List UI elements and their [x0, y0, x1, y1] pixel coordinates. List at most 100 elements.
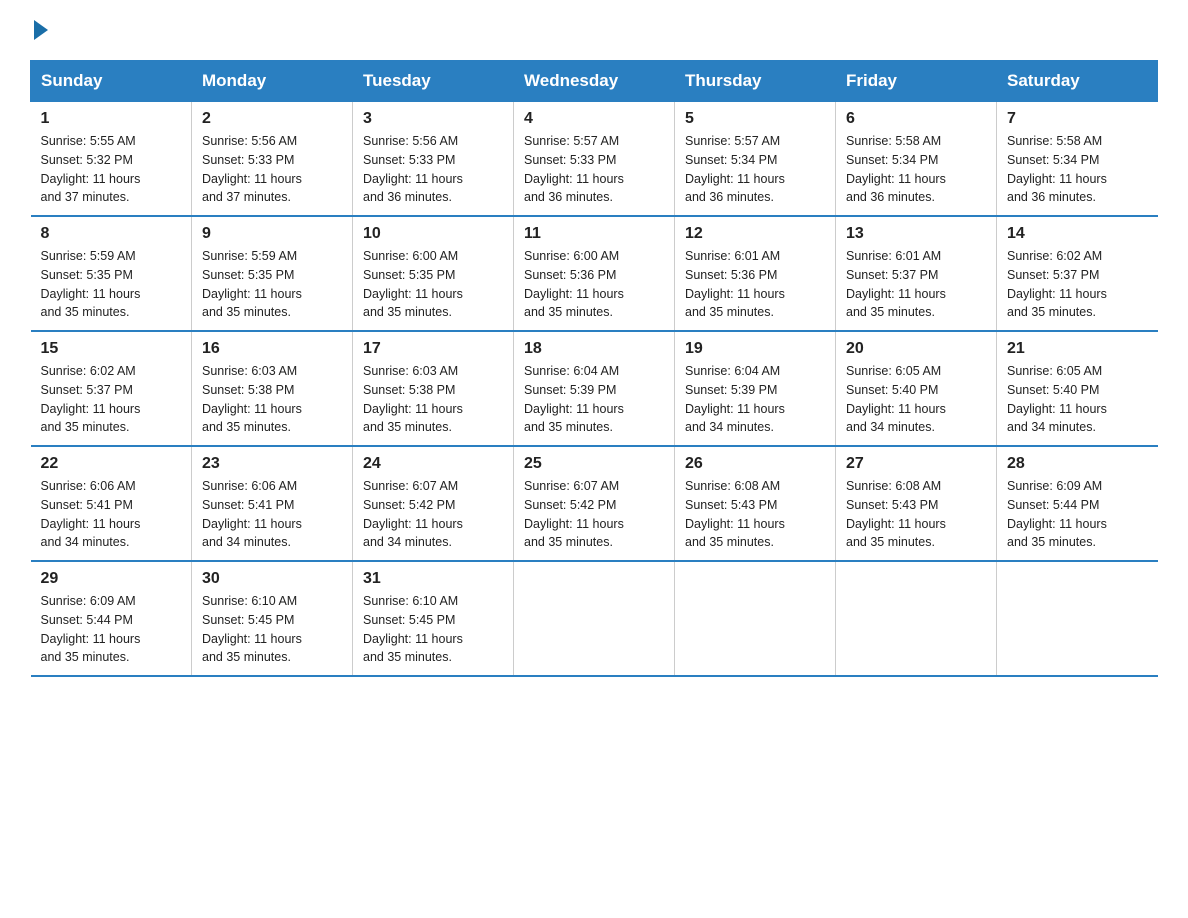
- day-number: 25: [524, 455, 664, 473]
- day-info: Sunrise: 6:01 AMSunset: 5:36 PMDaylight:…: [685, 247, 825, 322]
- calendar-cell: 3 Sunrise: 5:56 AMSunset: 5:33 PMDaylight…: [353, 102, 514, 217]
- day-number: 24: [363, 455, 503, 473]
- day-number: 31: [363, 570, 503, 588]
- day-info: Sunrise: 6:08 AMSunset: 5:43 PMDaylight:…: [685, 477, 825, 552]
- day-number: 18: [524, 340, 664, 358]
- calendar-header: SundayMondayTuesdayWednesdayThursdayFrid…: [31, 61, 1158, 102]
- day-info: Sunrise: 6:04 AMSunset: 5:39 PMDaylight:…: [685, 362, 825, 437]
- calendar-table: SundayMondayTuesdayWednesdayThursdayFrid…: [30, 60, 1158, 677]
- calendar-cell: 10 Sunrise: 6:00 AMSunset: 5:35 PMDayligh…: [353, 216, 514, 331]
- calendar-cell: 30 Sunrise: 6:10 AMSunset: 5:45 PMDayligh…: [192, 561, 353, 676]
- day-number: 19: [685, 340, 825, 358]
- day-info: Sunrise: 5:57 AMSunset: 5:33 PMDaylight:…: [524, 132, 664, 207]
- day-info: Sunrise: 5:56 AMSunset: 5:33 PMDaylight:…: [363, 132, 503, 207]
- day-info: Sunrise: 5:59 AMSunset: 5:35 PMDaylight:…: [41, 247, 182, 322]
- day-number: 6: [846, 110, 986, 128]
- day-info: Sunrise: 6:05 AMSunset: 5:40 PMDaylight:…: [1007, 362, 1148, 437]
- calendar-cell: [514, 561, 675, 676]
- day-info: Sunrise: 6:00 AMSunset: 5:36 PMDaylight:…: [524, 247, 664, 322]
- day-info: Sunrise: 5:56 AMSunset: 5:33 PMDaylight:…: [202, 132, 342, 207]
- day-number: 2: [202, 110, 342, 128]
- day-number: 4: [524, 110, 664, 128]
- week-row-5: 29 Sunrise: 6:09 AMSunset: 5:44 PMDayligh…: [31, 561, 1158, 676]
- day-info: Sunrise: 6:02 AMSunset: 5:37 PMDaylight:…: [1007, 247, 1148, 322]
- calendar-cell: 16 Sunrise: 6:03 AMSunset: 5:38 PMDayligh…: [192, 331, 353, 446]
- calendar-cell: 15 Sunrise: 6:02 AMSunset: 5:37 PMDayligh…: [31, 331, 192, 446]
- header-day-sunday: Sunday: [31, 61, 192, 102]
- calendar-cell: 11Sunrise: 6:00 AMSunset: 5:36 PMDayligh…: [514, 216, 675, 331]
- day-number: 13: [846, 225, 986, 243]
- calendar-cell: 19 Sunrise: 6:04 AMSunset: 5:39 PMDayligh…: [675, 331, 836, 446]
- day-number: 14: [1007, 225, 1148, 243]
- calendar-cell: 23 Sunrise: 6:06 AMSunset: 5:41 PMDayligh…: [192, 446, 353, 561]
- logo: [30, 20, 50, 40]
- day-info: Sunrise: 6:07 AMSunset: 5:42 PMDaylight:…: [524, 477, 664, 552]
- calendar-cell: 27Sunrise: 6:08 AMSunset: 5:43 PMDayligh…: [836, 446, 997, 561]
- day-info: Sunrise: 6:03 AMSunset: 5:38 PMDaylight:…: [363, 362, 503, 437]
- calendar-cell: 21 Sunrise: 6:05 AMSunset: 5:40 PMDayligh…: [997, 331, 1158, 446]
- calendar-cell: 20 Sunrise: 6:05 AMSunset: 5:40 PMDayligh…: [836, 331, 997, 446]
- day-info: Sunrise: 6:03 AMSunset: 5:38 PMDaylight:…: [202, 362, 342, 437]
- calendar-cell: 22Sunrise: 6:06 AMSunset: 5:41 PMDayligh…: [31, 446, 192, 561]
- week-row-1: 1 Sunrise: 5:55 AMSunset: 5:32 PMDaylight…: [31, 102, 1158, 217]
- day-number: 7: [1007, 110, 1148, 128]
- day-number: 28: [1007, 455, 1148, 473]
- day-info: Sunrise: 6:09 AMSunset: 5:44 PMDaylight:…: [41, 592, 182, 667]
- day-number: 3: [363, 110, 503, 128]
- calendar-cell: 1 Sunrise: 5:55 AMSunset: 5:32 PMDaylight…: [31, 102, 192, 217]
- day-info: Sunrise: 5:59 AMSunset: 5:35 PMDaylight:…: [202, 247, 342, 322]
- calendar-cell: [836, 561, 997, 676]
- header-day-tuesday: Tuesday: [353, 61, 514, 102]
- day-info: Sunrise: 6:02 AMSunset: 5:37 PMDaylight:…: [41, 362, 182, 437]
- header-row: SundayMondayTuesdayWednesdayThursdayFrid…: [31, 61, 1158, 102]
- calendar-cell: 25 Sunrise: 6:07 AMSunset: 5:42 PMDayligh…: [514, 446, 675, 561]
- calendar-cell: 5 Sunrise: 5:57 AMSunset: 5:34 PMDaylight…: [675, 102, 836, 217]
- calendar-cell: 2 Sunrise: 5:56 AMSunset: 5:33 PMDaylight…: [192, 102, 353, 217]
- calendar-cell: 4 Sunrise: 5:57 AMSunset: 5:33 PMDaylight…: [514, 102, 675, 217]
- day-number: 20: [846, 340, 986, 358]
- calendar-cell: 13Sunrise: 6:01 AMSunset: 5:37 PMDayligh…: [836, 216, 997, 331]
- day-info: Sunrise: 6:06 AMSunset: 5:41 PMDaylight:…: [202, 477, 342, 552]
- logo-arrow-icon: [34, 20, 48, 40]
- day-number: 9: [202, 225, 342, 243]
- calendar-cell: [675, 561, 836, 676]
- page-header: [30, 20, 1158, 40]
- calendar-cell: 26Sunrise: 6:08 AMSunset: 5:43 PMDayligh…: [675, 446, 836, 561]
- day-number: 30: [202, 570, 342, 588]
- day-number: 21: [1007, 340, 1148, 358]
- header-day-wednesday: Wednesday: [514, 61, 675, 102]
- calendar-cell: 7 Sunrise: 5:58 AMSunset: 5:34 PMDaylight…: [997, 102, 1158, 217]
- day-number: 10: [363, 225, 503, 243]
- day-info: Sunrise: 6:05 AMSunset: 5:40 PMDaylight:…: [846, 362, 986, 437]
- day-number: 23: [202, 455, 342, 473]
- calendar-cell: 6 Sunrise: 5:58 AMSunset: 5:34 PMDaylight…: [836, 102, 997, 217]
- day-number: 15: [41, 340, 182, 358]
- day-info: Sunrise: 5:58 AMSunset: 5:34 PMDaylight:…: [846, 132, 986, 207]
- day-info: Sunrise: 6:00 AMSunset: 5:35 PMDaylight:…: [363, 247, 503, 322]
- day-info: Sunrise: 5:57 AMSunset: 5:34 PMDaylight:…: [685, 132, 825, 207]
- header-day-friday: Friday: [836, 61, 997, 102]
- day-info: Sunrise: 6:07 AMSunset: 5:42 PMDaylight:…: [363, 477, 503, 552]
- calendar-cell: 8Sunrise: 5:59 AMSunset: 5:35 PMDaylight…: [31, 216, 192, 331]
- day-info: Sunrise: 6:04 AMSunset: 5:39 PMDaylight:…: [524, 362, 664, 437]
- day-number: 5: [685, 110, 825, 128]
- day-info: Sunrise: 5:58 AMSunset: 5:34 PMDaylight:…: [1007, 132, 1148, 207]
- calendar-cell: 24 Sunrise: 6:07 AMSunset: 5:42 PMDayligh…: [353, 446, 514, 561]
- day-info: Sunrise: 6:08 AMSunset: 5:43 PMDaylight:…: [846, 477, 986, 552]
- calendar-body: 1 Sunrise: 5:55 AMSunset: 5:32 PMDaylight…: [31, 102, 1158, 677]
- day-info: Sunrise: 6:10 AMSunset: 5:45 PMDaylight:…: [202, 592, 342, 667]
- calendar-cell: 14 Sunrise: 6:02 AMSunset: 5:37 PMDayligh…: [997, 216, 1158, 331]
- header-day-monday: Monday: [192, 61, 353, 102]
- day-info: Sunrise: 6:06 AMSunset: 5:41 PMDaylight:…: [41, 477, 182, 552]
- calendar-cell: 12Sunrise: 6:01 AMSunset: 5:36 PMDayligh…: [675, 216, 836, 331]
- day-info: Sunrise: 5:55 AMSunset: 5:32 PMDaylight:…: [41, 132, 182, 207]
- day-info: Sunrise: 6:10 AMSunset: 5:45 PMDaylight:…: [363, 592, 503, 667]
- header-day-thursday: Thursday: [675, 61, 836, 102]
- calendar-cell: 9 Sunrise: 5:59 AMSunset: 5:35 PMDaylight…: [192, 216, 353, 331]
- day-number: 16: [202, 340, 342, 358]
- week-row-3: 15 Sunrise: 6:02 AMSunset: 5:37 PMDayligh…: [31, 331, 1158, 446]
- calendar-cell: 28Sunrise: 6:09 AMSunset: 5:44 PMDayligh…: [997, 446, 1158, 561]
- day-number: 1: [41, 110, 182, 128]
- calendar-cell: 29 Sunrise: 6:09 AMSunset: 5:44 PMDayligh…: [31, 561, 192, 676]
- day-number: 29: [41, 570, 182, 588]
